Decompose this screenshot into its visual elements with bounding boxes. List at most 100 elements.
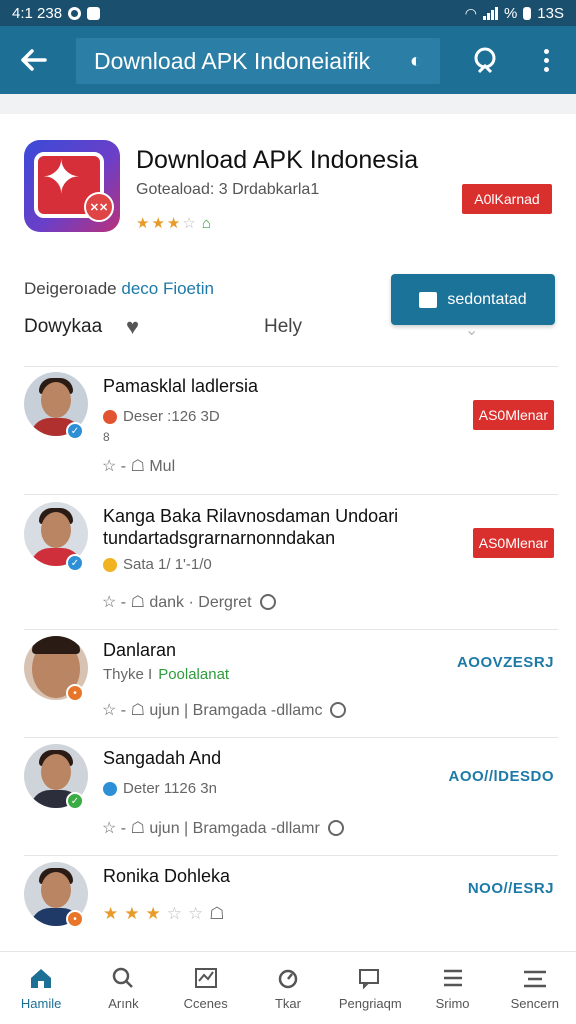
nav-item-chat[interactable]: Pengriaqm [329,952,411,1024]
star-icon: ★ [103,904,119,923]
meta-prefix: Deigeroıade [24,279,117,298]
app-bar-shadow [0,94,576,114]
item-link-button[interactable]: AOO//lDESDO [448,768,554,785]
back-arrow-icon[interactable] [0,26,68,94]
nav-label: Pengriaqm [338,995,402,1011]
app-action-chip[interactable]: A0lKarnad [462,184,552,214]
app-rating: ★ ★ ★ ☆ ⌂ [136,214,211,233]
primary-button[interactable]: sedontatad [391,274,555,325]
nav-label: Srimo [435,995,470,1011]
item-title: Ronika Dohleka [103,866,231,886]
item-title-line2: tundartadsgrarnarnonndakan [103,528,336,548]
verified-badge-icon: ✓ [66,422,84,440]
item-title: Danlaran [103,640,177,660]
list-icon [440,966,466,990]
profile-search-icon[interactable] [462,26,508,94]
bottom-nav: Hamile Arınk Ccenes Tkar Pengriaqm Srimo [0,951,576,1024]
item-subtitle: Deser :126 3D [103,408,220,425]
divider [24,366,558,367]
search-input[interactable]: Download APK Indoneiaifik ◐ [76,38,440,84]
divider [24,629,558,630]
notification-icon [68,6,82,20]
wifi-icon: ◠ [464,4,477,21]
primary-button-label: sedontatad [447,290,527,308]
star-icon: ★ [136,215,150,232]
search-text: Download APK Indoneiaifik [94,47,371,74]
clock-icon [259,594,276,610]
item-title: Kanga Baka Rilavnosdaman Undoari [103,506,399,526]
status-time: 4:1 238 [12,4,63,22]
item-actions[interactable]: ☆ - ☖ Mul [102,456,175,476]
divider [24,855,558,856]
location-icon [103,409,117,424]
meta-line: Deigeroıade deco Fioetin [24,279,214,299]
star-icon: ☆ [182,215,196,232]
star-icon: ★ [124,904,140,923]
star-icon: ★ [145,904,161,923]
heart-icon[interactable]: ♥ [126,314,139,340]
item-link-button[interactable]: NOO//ESRJ [468,880,554,897]
verified-badge-icon: ✓ [66,792,84,810]
item-link-button[interactable]: AOOVZESRJ [457,654,554,671]
item-actions[interactable]: ☆ - ☖ ujun | Bramgada -dllamr [102,818,344,838]
nav-label: Sencern [510,995,560,1011]
item-action-chip[interactable]: AS0Mlenar [472,400,554,430]
verified-badge-icon: ✓ [66,554,84,572]
app-notification-icon [87,6,101,20]
item-actions[interactable]: ☆ - ☖ dank · Dergret [102,592,276,612]
star-icon: ☆ [188,904,204,923]
clock-icon [327,820,344,836]
nav-label: Arınk [108,995,139,1011]
item-extra: 8 [103,430,110,444]
app-logo-icon[interactable]: ✦ ✕✕ [24,140,120,232]
chat-icon [357,966,383,990]
nav-item-search[interactable]: Arınk [82,952,164,1024]
nav-item-chart[interactable]: Ccenes [165,952,247,1024]
app-title: Download APK Indonesia [136,146,419,174]
thumbs-up-icon[interactable]: ☖ [209,904,224,924]
chevron-down-icon[interactable]: ⌄ [465,320,478,340]
status-bar: 4:1 238 ◠ % 13S [0,0,576,26]
item-subtitle: Thyke I Poolalanat [103,666,230,683]
verified-icon [103,781,117,796]
battery-icon [523,6,532,20]
item-action-chip[interactable]: AS0Mlenar [472,528,554,558]
item-title: Pamasklal ladlersia [103,376,259,396]
more-vertical-icon[interactable] [526,26,566,94]
nav-label: Hamile [20,995,62,1011]
signal-icon [482,6,498,20]
home-icon [28,966,54,990]
item-rating: ★ ★ ★ ☆ ☆ ☖ [103,904,225,924]
chart-icon [193,966,219,990]
menu-icon [522,966,548,990]
mic-icon[interactable]: ◐ [410,50,422,73]
item-subtitle: Deter 1126 3n [103,780,217,797]
download-label[interactable]: Dowykaa [24,316,102,338]
verified-icon: ⌂ [201,214,211,232]
signal-percent: % [503,4,518,22]
verified-badge-icon: • [66,684,84,702]
battery-level: 13S [537,4,564,22]
item-subtitle: Sata 1/ 1'-1/0 [103,556,212,573]
clock-icon [330,702,347,718]
nav-label: Tkar [274,995,301,1011]
app-bar: Download APK Indoneiaifik ◐ [0,26,576,94]
divider [24,737,558,738]
nav-item-home[interactable]: Hamile [0,952,82,1024]
app-subtitle: Goteaload: 3 Drdabkarla1 [136,181,320,198]
nav-item-timer[interactable]: Tkar [247,952,329,1024]
item-title: Sangadah And [103,748,222,768]
help-label[interactable]: Hely [264,316,302,338]
edit-icon [419,291,438,308]
location-icon [103,557,117,572]
timer-icon [275,966,301,990]
divider [24,494,558,495]
nav-label: Ccenes [183,995,228,1011]
star-icon: ★ [166,215,181,232]
star-icon: ★ [151,215,165,232]
meta-link[interactable]: deco Fioetin [121,279,214,298]
item-actions[interactable]: ☆ - ☖ ujun | Bramgada -dllamc [102,700,347,720]
nav-item-menu[interactable]: Sencern [494,952,576,1024]
nav-item-list[interactable]: Srimo [411,952,493,1024]
search-icon [110,966,136,990]
